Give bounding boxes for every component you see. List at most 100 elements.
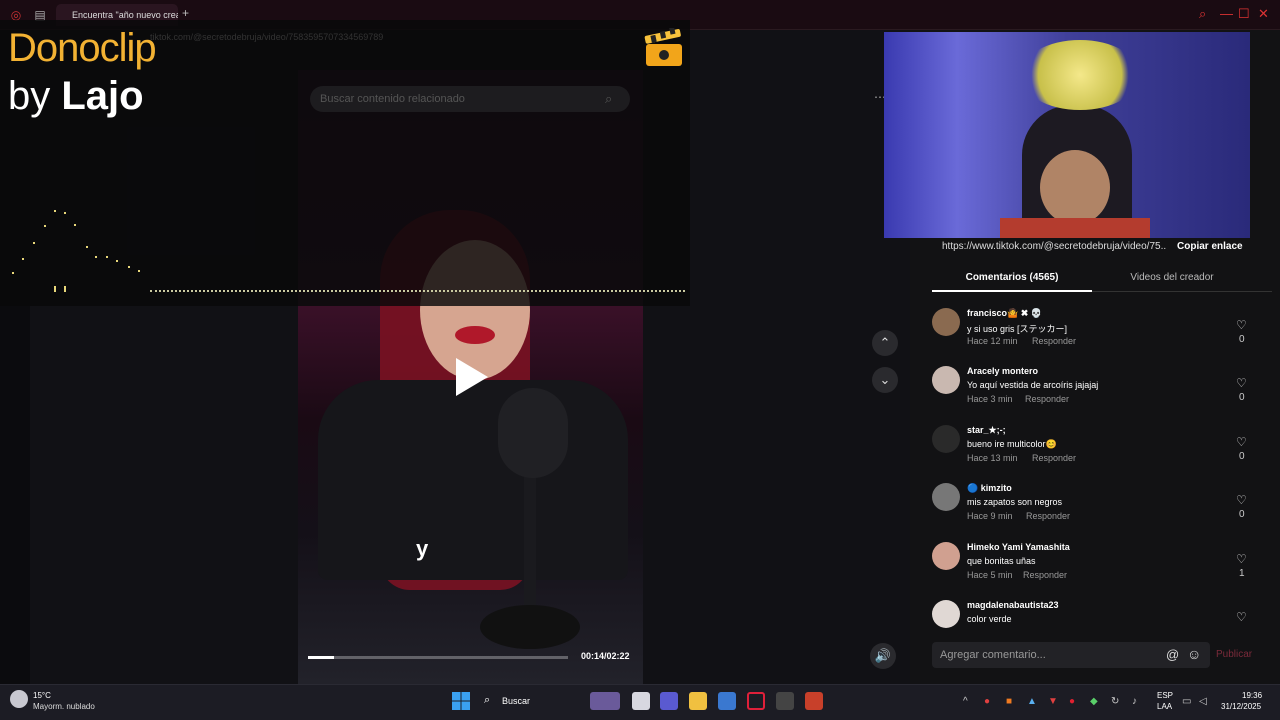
avatar[interactable] [932,366,960,394]
heart-icon[interactable]: ♡ [1236,610,1247,624]
visualizer-dot [12,272,14,274]
tray-chevron-icon[interactable]: ^ [963,696,968,707]
comment-text: que bonitas uñas [967,556,1036,566]
reply-button[interactable]: Responder [1032,453,1076,463]
comment-time: Hace 13 min [967,453,1018,463]
tray-app-icon[interactable]: ◆ [1090,696,1098,707]
opera-gx-icon[interactable] [747,692,765,710]
obs-icon[interactable] [776,692,794,710]
tray-mic-icon[interactable]: ♪ [1132,696,1137,707]
visualizer-dot [44,225,46,227]
keyboard-layout[interactable]: LAA [1157,702,1172,711]
tray-app-icon[interactable]: ▼ [1048,696,1058,707]
language-indicator[interactable]: ESP [1157,691,1173,700]
tab-creator-videos[interactable]: Videos del creador [1092,272,1252,283]
avatar[interactable] [932,483,960,511]
search-icon[interactable]: ⌕ [1199,6,1206,22]
tray-sync-icon[interactable]: ↻ [1111,696,1119,707]
address-bar-text[interactable]: tiktok.com/@secretodebruja/video/7583595… [150,32,383,42]
volume-icon[interactable]: 🔊 [870,643,896,669]
comment-item: francisco🤷 ✖ 💀 y si uso gris [ステッカー] Hac… [932,308,1252,366]
minimize-icon[interactable]: — [1220,6,1233,21]
reply-button[interactable]: Responder [1023,570,1067,580]
taskbar-widget-icon[interactable] [590,692,620,710]
weather-temp[interactable]: 15°C [33,691,51,700]
task-view-icon[interactable] [632,692,650,710]
comment-item: star_★;-; bueno ire multicolor😊 Hace 13 … [932,425,1252,483]
search-icon[interactable]: ⌕ [605,91,612,107]
webcam-shirt [1000,218,1150,238]
like-count: 1 [1239,568,1245,579]
store-icon[interactable] [718,692,736,710]
network-icon[interactable]: ▭ [1182,696,1191,707]
heart-icon[interactable]: ♡ [1236,376,1247,390]
comment-item: magdalenabautista23 color verde ♡ [932,600,1252,628]
comment-user[interactable]: 🔵 kimzito [967,483,1012,494]
avatar[interactable] [932,542,960,570]
close-icon[interactable]: ✕ [1258,6,1269,22]
comment-time: Hace 3 min [967,394,1013,404]
like-count: 0 [1239,451,1245,462]
video-progress-track[interactable] [308,656,568,659]
comment-item: Aracely montero Yo aquí vestida de arcoí… [932,366,1252,424]
visualizer-dot [116,260,118,262]
comment-user[interactable]: Himeko Yami Yamashita [967,542,1070,552]
microphone [498,388,568,478]
maximize-icon[interactable]: ☐ [1238,6,1250,22]
webcam-face [1040,150,1110,225]
weather-desc[interactable]: Mayorm. nublado [33,702,95,711]
comment-time: Hace 9 min [967,511,1013,521]
avatar[interactable] [932,425,960,453]
related-search-input[interactable]: Buscar contenido relacionado [310,86,630,112]
comment-user[interactable]: francisco🤷 ✖ 💀 [967,308,1042,319]
comment-item: Himeko Yami Yamashita que bonitas uñas H… [932,542,1252,600]
next-video-button[interactable]: ⌄ [872,367,898,393]
taskbar-search-icon[interactable]: ⌕ [484,694,490,707]
heart-icon[interactable]: ♡ [1236,435,1247,449]
video-timecode: 00:14/02:22 [581,651,630,661]
file-explorer-icon[interactable] [689,692,707,710]
teams-icon[interactable] [660,692,678,710]
comment-user[interactable]: magdalenabautista23 [967,600,1059,610]
tab-comments[interactable]: Comentarios (4565) [932,272,1092,283]
publish-button[interactable]: Publicar [1216,649,1252,660]
audio-visualizer [150,290,685,292]
comment-user[interactable]: Aracely montero [967,366,1038,376]
new-tab-button[interactable]: + [182,6,189,20]
tab-divider [1092,291,1272,292]
windows-start-icon[interactable] [452,692,470,710]
reply-button[interactable]: Responder [1026,511,1070,521]
speaker-icon[interactable]: ◁ [1199,696,1207,707]
clock-time[interactable]: 19:36 [1242,691,1262,700]
reply-button[interactable]: Responder [1025,394,1069,404]
video-caption: y [416,536,429,561]
tray-app-icon[interactable]: ● [984,696,990,707]
microphone-stand [524,470,536,620]
visualizer-dot [128,266,130,268]
heart-icon[interactable]: ♡ [1236,493,1247,507]
heart-icon[interactable]: ♡ [1236,318,1247,332]
visualizer-bar [54,286,56,292]
clock-date[interactable]: 31/12/2025 [1221,702,1261,711]
copy-link-button[interactable]: Copiar enlace [1177,241,1243,252]
comment-user[interactable]: star_★;-; [967,425,1006,436]
comment-text: y si uso gris [ステッカー] [967,324,1068,334]
previous-video-button[interactable]: ⌃ [872,330,898,356]
play-icon[interactable] [456,358,488,396]
tray-app-icon[interactable]: ■ [1006,696,1012,707]
reply-button[interactable]: Responder [1032,336,1076,346]
like-count: 0 [1239,392,1245,403]
emoji-icon[interactable]: ☺ [1187,646,1201,662]
comment-text: color verde [967,614,1012,624]
avatar[interactable] [932,308,960,336]
taskbar-search[interactable]: Buscar [502,696,530,706]
microphone-app-icon[interactable] [805,692,823,710]
mention-icon[interactable]: @ [1166,647,1179,662]
weather-cloud-icon[interactable] [10,690,28,708]
like-count: 0 [1239,334,1245,345]
tray-app-icon[interactable]: ▲ [1027,696,1037,707]
brand-author: by Lajo [8,74,144,119]
avatar[interactable] [932,600,960,628]
heart-icon[interactable]: ♡ [1236,552,1247,566]
tray-app-icon[interactable]: ● [1069,696,1075,707]
